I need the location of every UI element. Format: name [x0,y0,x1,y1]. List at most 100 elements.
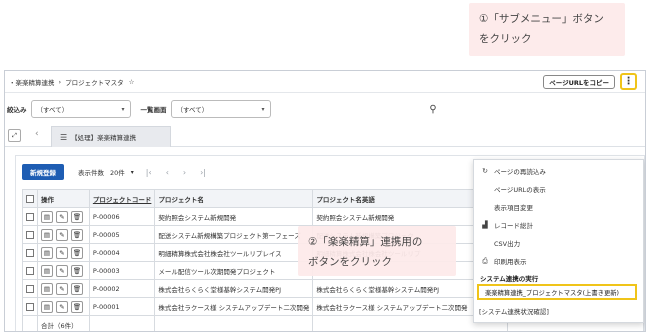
screen-select[interactable]: （すべて） ▾ [170,100,271,118]
chevron-right-icon: › [58,77,62,86]
row-select [22,261,38,280]
printer-icon: ⎙ [482,256,488,265]
row-checkbox[interactable] [26,212,34,221]
chevron-down-icon: ▾ [121,105,125,113]
row-ops: ▤ ✎ 🗑 [37,261,90,280]
list-icon: ☰ [60,132,68,142]
row-name: 配送システム新規構築プロジェクト第一フェーズ [154,225,314,244]
refresh-icon: ↻ [482,167,488,175]
edit-icon[interactable]: ✎ [56,210,68,223]
row-code: P-00006 [88,207,156,226]
row-code: P-00001 [88,297,156,316]
edit-icon[interactable]: ✎ [56,300,68,313]
search-icon[interactable]: ⚲ [425,101,441,117]
detail-icon[interactable]: ▤ [41,210,53,223]
sync-status-link[interactable]: [システム連携状況確認] [479,306,549,316]
row-select [22,297,38,316]
row-name: 株式会社ラクース様 システムアップデート二次開発 [154,297,314,316]
chevron-down-icon: ▾ [130,168,134,176]
first-page-icon[interactable]: |‹ [146,168,152,177]
menu-item-label: ページの再読込み [494,168,546,176]
edit-icon[interactable]: ✎ [56,246,68,259]
detail-icon[interactable]: ▤ [41,282,53,295]
menu-item-label: 印刷用表示 [494,258,527,266]
new-record-button[interactable]: 新規登録 [22,164,64,180]
detail-icon[interactable]: ▤ [41,264,53,277]
row-name: 株式会社らくらく堂様基幹システム開発PJ [154,279,314,298]
row-checkbox[interactable] [26,248,34,257]
chevron-down-icon: ▾ [261,105,265,113]
menu-item-label: 表示項目変更 [494,204,533,212]
tab-rakuraku-seisan[interactable]: ☰ 【処理】楽楽精算連携 [51,126,171,147]
star-icon[interactable]: ☆ [129,78,135,86]
callout-step2-line1: ②「楽楽精算」連携用の [308,236,423,248]
edit-icon[interactable]: ✎ [56,282,68,295]
delete-icon[interactable]: 🗑 [71,264,83,277]
narrow-select-value: （すべて） [36,106,69,114]
callout-step2: ②「楽楽精算」連携用の ボタンをクリック [298,226,456,276]
row-name: 契約照会システム新規開発 [154,207,314,226]
detail-icon[interactable]: ▤ [41,228,53,241]
submenu-dropdown: ↻ ページの再読込み ページURLの表示 表示項目変更 ▟ レコード総計 CSV… [473,159,644,323]
delete-icon[interactable]: 🗑 [71,210,83,223]
copy-url-button[interactable]: ページURLをコピー [543,75,615,89]
callout-step1: ①「サブメニュー」ボタン をクリック [469,3,625,56]
row-name: メール配信ツール次期開発プロジェクト [154,261,314,280]
row-code: P-00003 [88,261,156,280]
menu-item-csv[interactable]: CSV出力 [480,238,520,248]
callout-step2-line2: ボタンをクリック [308,256,392,268]
total-cell [88,315,156,331]
detail-icon[interactable]: ▤ [41,246,53,259]
prev-page-icon[interactable]: ‹ [166,168,169,177]
row-checkbox[interactable] [26,284,34,293]
breadcrumb-item-root[interactable]: ・楽楽精算連携 [9,77,55,87]
menu-item-change-columns[interactable]: 表示項目変更 [480,202,533,212]
delete-icon[interactable]: 🗑 [71,282,83,295]
tab-row: ⤢ ‹ ☰ 【処理】楽楽精算連携 [5,125,645,147]
delete-icon[interactable]: 🗑 [71,300,83,313]
next-page-icon[interactable]: › [183,168,186,177]
row-checkbox[interactable] [26,266,34,275]
row-select [22,279,38,298]
row-checkbox[interactable] [26,302,34,311]
menu-item-reload[interactable]: ↻ ページの再読込み [480,166,546,176]
row-select [22,225,38,244]
code-header[interactable]: プロジェクトコード [88,189,156,208]
edit-icon[interactable]: ✎ [56,264,68,277]
total-cell [154,315,314,331]
detail-icon[interactable]: ▤ [41,300,53,313]
count-select[interactable]: 20件 ▾ [110,167,134,178]
row-ops: ▤ ✎ 🗑 [37,279,90,298]
row-code: P-00002 [88,279,156,298]
filter-row: 絞込み （すべて） ▾ 一覧画面 （すべて） ▾ [7,99,271,119]
delete-icon[interactable]: 🗑 [71,246,83,259]
chevron-left-icon[interactable]: ‹ [35,129,39,139]
row-ops: ▤ ✎ 🗑 [37,243,90,262]
menu-item-record-total[interactable]: ▟ レコード総計 [480,220,533,230]
select-all-checkbox[interactable] [26,194,34,203]
total-label: 合計（6件） [37,315,90,331]
count-select-value: 20件 [110,169,125,177]
submenu-button[interactable]: ⋮ [620,73,637,90]
menu-item-label: ページURLの表示 [494,186,546,194]
row-select [22,243,38,262]
last-page-icon[interactable]: ›| [200,168,206,177]
delete-icon[interactable]: 🗑 [71,228,83,241]
screen-select-value: （すべて） [176,106,209,114]
name-header[interactable]: プロジェクト名 [154,189,314,208]
row-ops: ▤ ✎ 🗑 [37,225,90,244]
callout-step1-line2: をクリック [479,33,532,45]
row-checkbox[interactable] [26,230,34,239]
callout-step1-line1: ①「サブメニュー」ボタン [479,13,604,25]
menu-item-print[interactable]: ⎙ 印刷用表示 [480,256,527,267]
ops-header: 操作 [37,189,90,208]
row-ops: ▤ ✎ 🗑 [37,207,90,226]
list-toolbar: 新規登録 表示件数 20件 ▾ |‹ ‹ › ›| [22,164,206,180]
edit-icon[interactable]: ✎ [56,228,68,241]
expand-icon[interactable]: ⤢ [8,129,21,142]
menu-item-show-url[interactable]: ページURLの表示 [480,184,546,194]
tab-label: 【処理】楽楽精算連携 [71,134,137,142]
row-select [22,207,38,226]
narrow-select[interactable]: （すべて） ▾ [30,100,131,118]
rakuraku-sync-button[interactable]: 楽楽精算連携_プロジェクトマスタ(上書き更新) [477,284,637,300]
